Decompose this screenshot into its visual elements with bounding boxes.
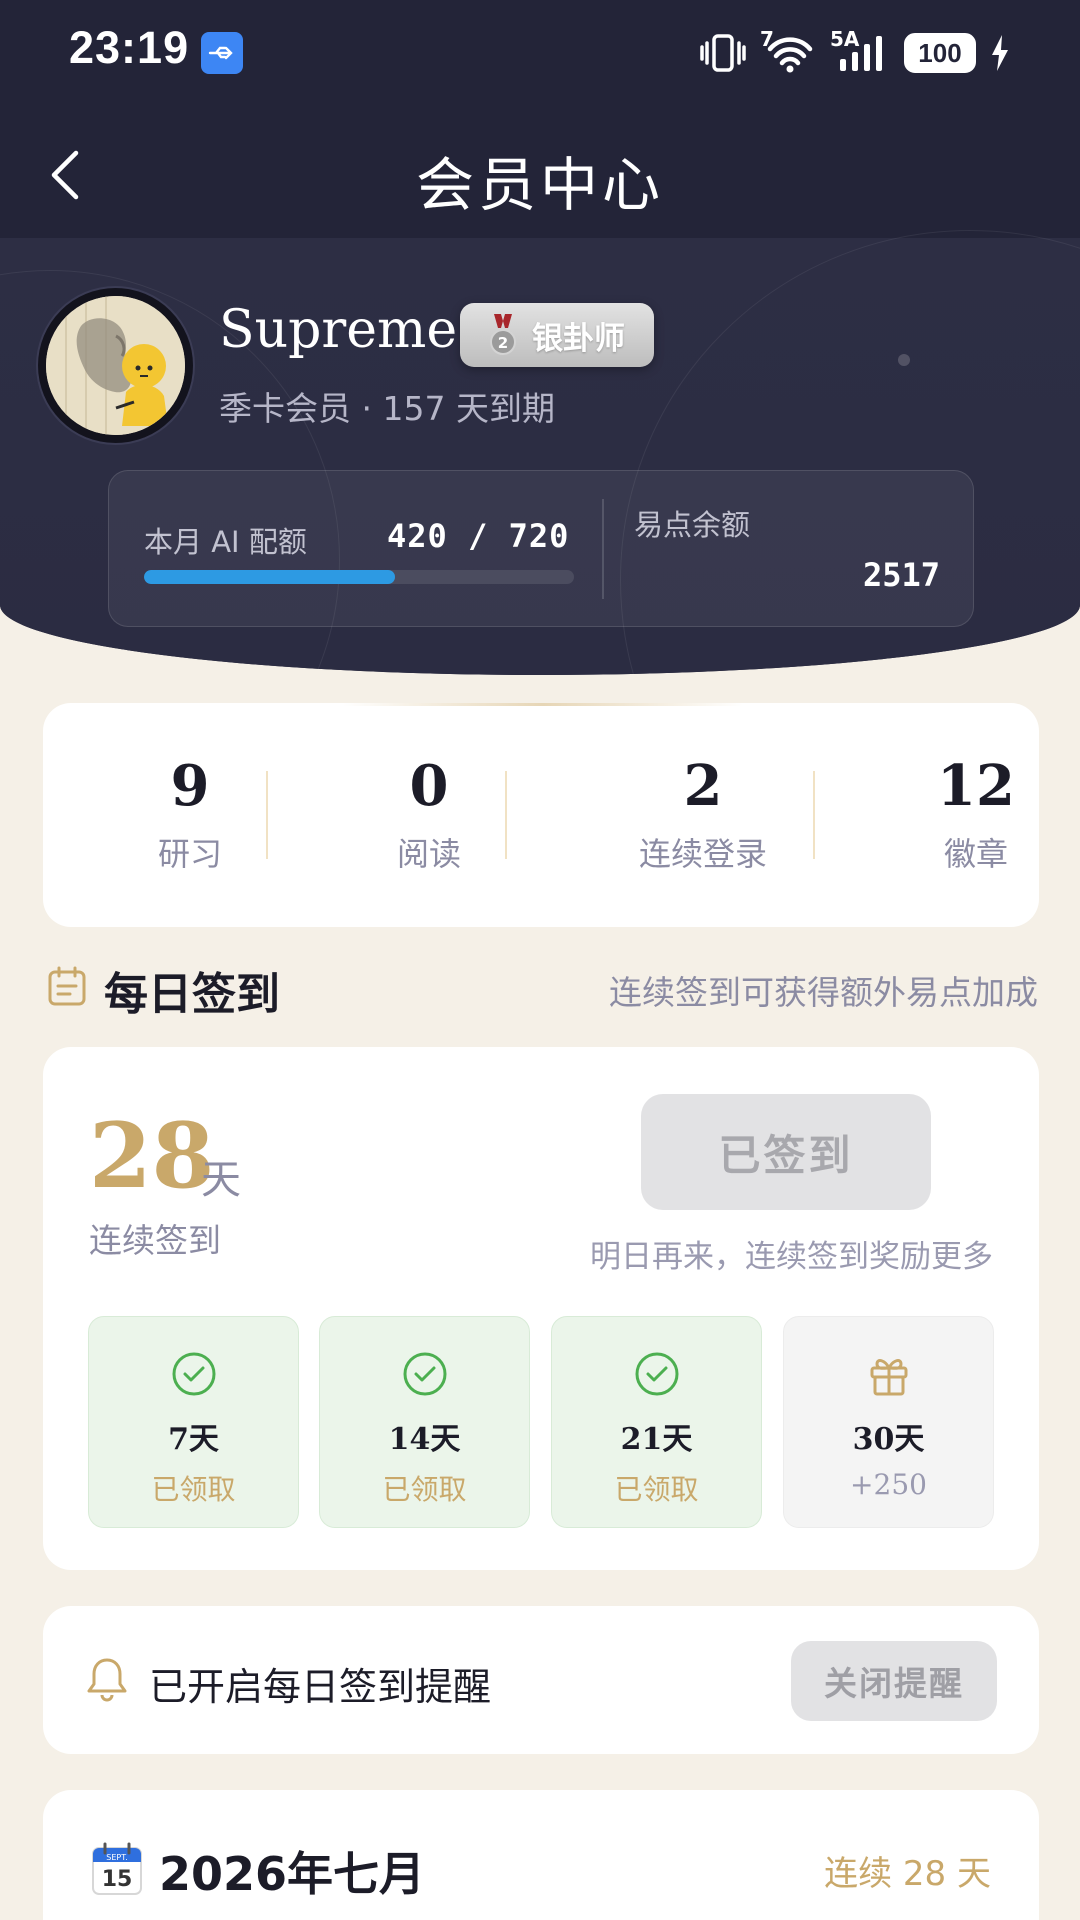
calendar-card: SEPT. 15 2026年七月 连续 28 天 (43, 1790, 1039, 1920)
calendar-list-icon (48, 966, 86, 1006)
status-bar: 23:19 7 5A 100 (0, 0, 1080, 106)
avatar-image (46, 296, 185, 435)
reward-day: 7天 (168, 1422, 219, 1457)
charging-icon (992, 35, 1008, 71)
stat-value: 2 (683, 753, 723, 819)
reward-30-days[interactable]: 30天 +250 (783, 1316, 994, 1528)
check-circle-icon (172, 1352, 215, 1396)
battery-icon: 100 (904, 33, 976, 73)
level-badge[interactable]: 2 银卦师 (460, 303, 654, 367)
stat-label: 徽章 (943, 835, 1008, 873)
nav-bar: 会员中心 (0, 120, 1080, 230)
badge-label: 银卦师 (532, 320, 625, 357)
silver-medal-icon: 2 (490, 314, 516, 355)
reward-14-days[interactable]: 14天 已领取 (319, 1316, 530, 1528)
streak-unit: 天 (201, 1157, 241, 1203)
avatar[interactable] (38, 288, 193, 443)
decor-line (343, 703, 743, 706)
check-circle-icon (403, 1352, 446, 1396)
calendar-icon-day: 15 (102, 1867, 133, 1892)
reward-status: 已领取 (382, 1473, 467, 1506)
network-label: 5A (830, 27, 860, 51)
reward-day: 21天 (620, 1422, 693, 1457)
reward-7-days[interactable]: 7天 已领取 (88, 1316, 299, 1528)
streak-label: 连续签到 (89, 1221, 221, 1260)
reward-status: 已领取 (614, 1473, 699, 1506)
divider (505, 771, 507, 859)
user-name: Supreme (219, 300, 458, 360)
status-icons: 7 5A 100 (700, 27, 1010, 76)
reminder-text: 已开启每日签到提醒 (149, 1665, 492, 1709)
stats-card: 9 研习 0 阅读 2 连续登录 12 徽章 (43, 703, 1039, 927)
stat-label: 连续登录 (638, 835, 767, 873)
calendar-streak: 连续 28 天 (824, 1854, 991, 1894)
divider (602, 499, 604, 599)
check-circle-icon (635, 1352, 678, 1396)
checkin-hint: 明日再来，连续签到奖励更多 (590, 1239, 993, 1275)
reward-bonus: +250 (850, 1468, 927, 1501)
checkin-card: 28 天 连续签到 已签到 明日再来，连续签到奖励更多 7天 已领取 14天 已… (43, 1047, 1039, 1570)
disable-reminder-button[interactable]: 关闭提醒 (791, 1641, 997, 1721)
page-title: 会员中心 (415, 151, 664, 219)
stat-value: 12 (937, 753, 1015, 819)
calendar-title: 2026年七月 (159, 1847, 426, 1901)
reminder-card: 已开启每日签到提醒 关闭提醒 (43, 1606, 1039, 1754)
section-hint: 连续签到可获得额外易点加成 (609, 973, 1038, 1012)
coin-label: 易点余额 (634, 508, 751, 542)
decor-dot (898, 354, 910, 366)
section-title: 每日签到 (104, 969, 280, 1020)
vibrate-icon (700, 34, 746, 72)
quota-value: 420 / 720 (387, 517, 570, 555)
divider (266, 771, 268, 859)
streak-count: 28 (89, 1103, 215, 1209)
reward-status: 已领取 (151, 1473, 236, 1506)
gift-icon (870, 1359, 907, 1396)
wifi-label: 7 (760, 27, 774, 51)
membership-status: 季卡会员 · 157 天到期 (219, 389, 555, 428)
calendar-icon: SEPT. 15 (92, 1842, 142, 1895)
quota-label: 本月 AI 配额 (144, 525, 307, 559)
reward-day: 14天 (388, 1422, 461, 1457)
checked-in-button[interactable]: 已签到 (641, 1094, 931, 1210)
usb-icon (201, 32, 243, 74)
wifi-icon: 7 (760, 27, 816, 73)
quota-progress-bar (144, 570, 574, 584)
signal-icon: 5A (830, 27, 890, 73)
divider (813, 771, 815, 859)
calendar-icon-month: SEPT. (106, 1853, 127, 1862)
stat-login-streak[interactable]: 2 连续登录 (593, 753, 813, 875)
quota-card: 本月 AI 配额 420 / 720 易点余额 2517 (108, 470, 974, 627)
coin-value: 2517 (862, 556, 940, 594)
quota-progress-fill (144, 570, 395, 584)
reward-day: 30天 (852, 1422, 925, 1457)
svg-text:2: 2 (498, 334, 508, 352)
reward-21-days[interactable]: 21天 已领取 (551, 1316, 762, 1528)
stat-badges[interactable]: 12 徽章 (866, 753, 1080, 875)
bell-icon (87, 1658, 127, 1702)
status-time: 23:19 (69, 22, 190, 73)
